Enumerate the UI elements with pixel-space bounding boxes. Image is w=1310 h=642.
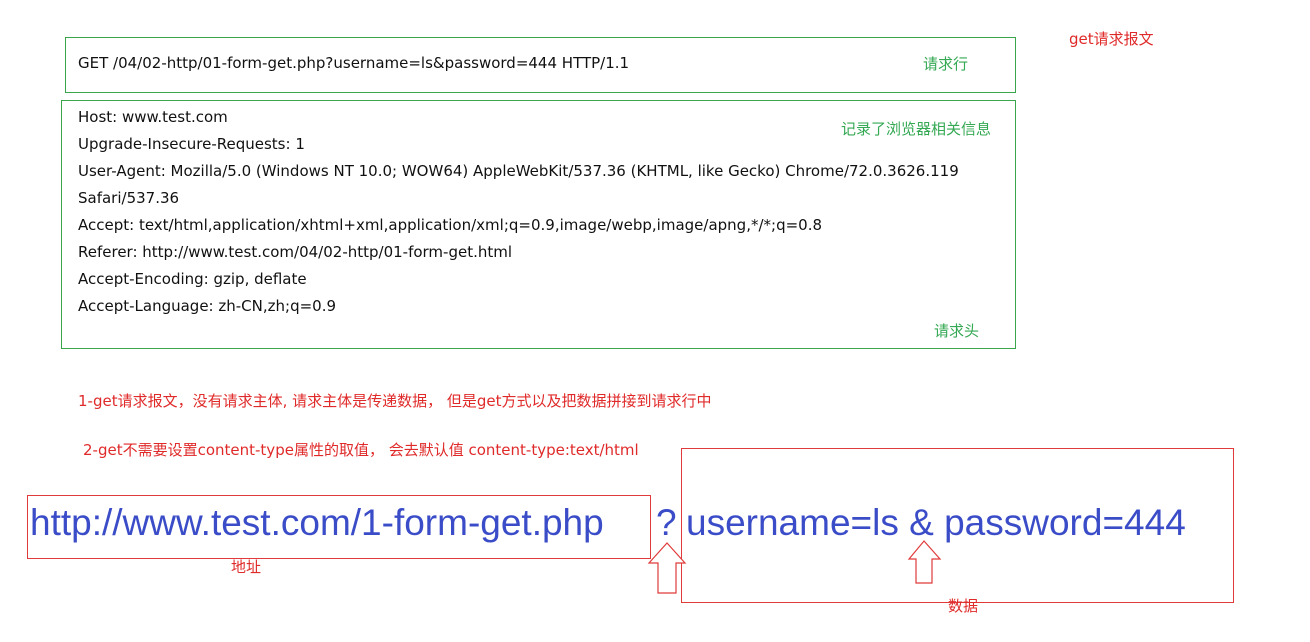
up-arrow-icon — [647, 542, 687, 594]
url-separator: ? — [656, 502, 677, 543]
header-line: Referer: http://www.test.com/04/02-http/… — [78, 243, 513, 261]
diagram-title: get请求报文 — [1069, 30, 1154, 48]
data-label: 数据 — [948, 597, 979, 615]
header-line: User-Agent: Mozilla/5.0 (Windows NT 10.0… — [78, 162, 959, 180]
request-headers-box: Host: www.test.com Upgrade-Insecure-Requ… — [61, 100, 1016, 349]
request-line-label: 请求行 — [923, 55, 969, 73]
request-line-text: GET /04/02-http/01-form-get.php?username… — [78, 54, 630, 72]
header-line: Host: www.test.com — [78, 108, 228, 126]
request-line-box: GET /04/02-http/01-form-get.php?username… — [65, 37, 1016, 93]
url-data: username=ls & password=444 — [686, 502, 1186, 543]
note-no-body: 1-get请求报文，没有请求主体, 请求主体是传递数据， 但是get方式以及把数… — [78, 392, 712, 410]
up-arrow-icon — [907, 540, 942, 584]
header-line: Upgrade-Insecure-Requests: 1 — [78, 135, 305, 153]
header-line: Safari/537.36 — [78, 189, 180, 207]
header-line: Accept: text/html,application/xhtml+xml,… — [78, 216, 823, 234]
header-line: Accept-Encoding: gzip, deflate — [78, 270, 307, 288]
url-address: http://www.test.com/1-form-get.php — [30, 502, 604, 543]
headers-note: 记录了浏览器相关信息 — [841, 120, 992, 138]
address-label: 地址 — [231, 558, 262, 576]
note-content-type: 2-get不需要设置content-type属性的取值， 会去默认值 conte… — [83, 441, 639, 459]
request-headers-label: 请求头 — [934, 322, 980, 340]
header-line: Accept-Language: zh-CN,zh;q=0.9 — [78, 297, 337, 315]
